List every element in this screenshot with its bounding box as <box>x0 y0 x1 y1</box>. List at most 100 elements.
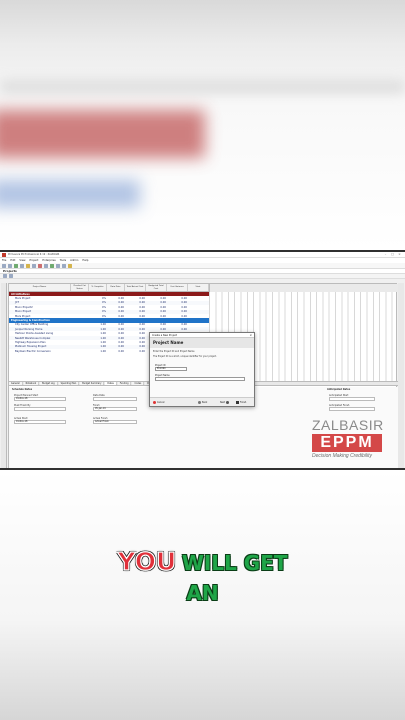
col-data-date[interactable]: Data Date <box>107 284 125 291</box>
finish-button[interactable]: Finish <box>236 400 246 405</box>
project-value-cell: 0.00 <box>160 323 166 327</box>
caption-green-word-2: AN <box>186 581 219 605</box>
toolbar-forward-icon[interactable] <box>8 263 12 268</box>
blurred-blue-band <box>0 180 140 208</box>
video-frame: Primavera P6 Professional R 19 : ZALBASI… <box>0 0 405 720</box>
details-tab[interactable]: Budget Summary <box>80 382 105 385</box>
toolbar-back-icon[interactable] <box>2 263 6 268</box>
menu-help[interactable]: Help <box>82 259 88 262</box>
project-name-cell: Harbour Pointe Assisted Living <box>15 332 54 336</box>
finish-field[interactable]: 05-Jan-19 <box>93 407 137 411</box>
actual-finish-field[interactable]: Actual Finish <box>93 420 137 424</box>
col-actual-cost[interactable]: Total Actual Cost <box>125 284 146 291</box>
blurred-band <box>0 80 405 94</box>
logo-tagline: Decision Making Credibility <box>312 453 373 459</box>
details-tab[interactable]: Dates <box>105 382 117 385</box>
toolbar-activities-icon[interactable] <box>26 263 30 268</box>
finish-label: Finish <box>240 401 247 404</box>
project-value-cell: 1.00 <box>100 336 106 340</box>
back-arrow-icon <box>198 401 201 404</box>
project-value-cell: 0.00 <box>181 296 187 300</box>
layout-menu-icon[interactable] <box>3 274 7 278</box>
project-name-cell: Juniper Nursing Home <box>15 327 43 331</box>
toolbar-schedule-icon[interactable] <box>50 263 54 268</box>
minimize-icon[interactable]: – <box>382 252 389 257</box>
back-button[interactable]: Back <box>198 400 207 405</box>
dialog-close-icon[interactable]: × <box>249 333 252 338</box>
menu-admin[interactable]: Admin <box>70 259 78 262</box>
project-value-cell: 0.00 <box>139 345 145 349</box>
project-value-cell: 0.00 <box>118 305 124 309</box>
project-value-cell: 1.00 <box>100 345 106 349</box>
toolbar-zoom-icon[interactable] <box>68 263 72 268</box>
dialog-title: Create a New Project <box>152 334 178 337</box>
project-name-cell: JCT <box>15 301 20 305</box>
project-name-cell: All Initiatives <box>11 292 30 296</box>
project-value-cell: 0.00 <box>118 332 124 336</box>
project-name-cell: Moon Project2 <box>15 305 33 309</box>
details-tab[interactable]: Codes <box>132 382 145 385</box>
anticipated-start-field[interactable] <box>329 397 375 401</box>
gantt-timescale[interactable] <box>209 284 398 292</box>
anticipated-finish-field[interactable] <box>329 407 375 411</box>
project-value-cell: 0.00 <box>118 301 124 305</box>
project-value-cell: 1.00 <box>100 323 106 327</box>
details-tab[interactable]: Budget Log <box>40 382 58 385</box>
project-name-cell: City Center Office Building <box>15 323 49 327</box>
close-icon[interactable]: × <box>396 252 403 257</box>
logo-wordmark: ZALBASIR <box>312 417 384 433</box>
col-cost-variance[interactable]: Cost Variance <box>167 284 188 291</box>
toolbar-reports-icon[interactable] <box>44 263 48 268</box>
project-name-input[interactable] <box>155 377 245 381</box>
details-tab[interactable]: Notebook <box>23 382 40 385</box>
next-button[interactable]: Next <box>220 400 230 405</box>
actual-start-field[interactable]: 01-Nov-18 <box>14 420 66 424</box>
app-icon <box>2 252 6 257</box>
right-dock-tabs[interactable] <box>398 283 404 468</box>
menu-enterprise[interactable]: Enterprise <box>42 259 55 262</box>
col-percent-complete[interactable]: % Complete <box>89 284 107 291</box>
project-value-cell: 0.00 <box>139 323 145 327</box>
menu-project[interactable]: Project <box>30 259 39 262</box>
data-date-field[interactable] <box>93 397 137 401</box>
cancel-icon <box>153 401 156 404</box>
must-finish-by-field[interactable] <box>14 407 66 411</box>
project-value-cell: 1.00 <box>100 340 106 344</box>
project-id-input[interactable]: EC1990 <box>155 367 187 371</box>
details-tab[interactable]: General <box>9 382 23 385</box>
planned-start-field[interactable]: 01-Nov-18 <box>14 397 66 401</box>
left-dock-tabs[interactable] <box>1 283 7 468</box>
project-value-cell: 0.00 <box>139 332 145 336</box>
menu-edit[interactable]: Edit <box>10 259 15 262</box>
project-value-cell: 0% <box>102 310 106 314</box>
col-start[interactable]: Start <box>188 284 209 291</box>
project-value-cell: 0% <box>102 314 106 318</box>
menu-view[interactable]: View <box>19 259 25 262</box>
menu-tools[interactable]: Tools <box>60 259 66 262</box>
filter-icon[interactable] <box>9 274 13 278</box>
maximize-icon[interactable]: □ <box>389 252 396 257</box>
caption-line-1: YOU WILL GET <box>0 547 405 579</box>
project-value-cell: 0.00 <box>160 305 166 309</box>
project-value-cell: 0.00 <box>160 314 166 318</box>
blurred-background-top <box>0 0 405 250</box>
project-value-cell: 0.00 <box>139 296 145 300</box>
toolbar-resources-icon[interactable] <box>32 263 36 268</box>
toolbar-print-icon[interactable] <box>62 263 66 268</box>
details-tab[interactable]: Funding <box>117 382 132 385</box>
toolbar-wbs-icon[interactable] <box>20 263 24 268</box>
details-tab[interactable]: Spending Plan <box>58 382 80 385</box>
toolbar-projects-icon[interactable] <box>14 263 18 268</box>
toolbar-level-icon[interactable] <box>56 263 60 268</box>
project-value-cell: 0.00 <box>139 349 145 353</box>
col-checked-out[interactable]: Checked Out Status <box>71 284 89 291</box>
col-budget-cost[interactable]: Budgeted Total Cost <box>146 284 167 291</box>
col-project-name[interactable]: Project Name <box>9 284 71 291</box>
toolbar-issues-icon[interactable] <box>38 263 42 268</box>
menu-file[interactable]: File <box>2 259 6 262</box>
anticipated-dates-title: Anticipated Dates <box>327 388 351 391</box>
cancel-button[interactable]: Cancel <box>153 400 164 405</box>
project-value-cell: 0.00 <box>139 301 145 305</box>
cancel-label: Cancel <box>157 401 165 404</box>
project-value-cell: 0.00 <box>139 310 145 314</box>
